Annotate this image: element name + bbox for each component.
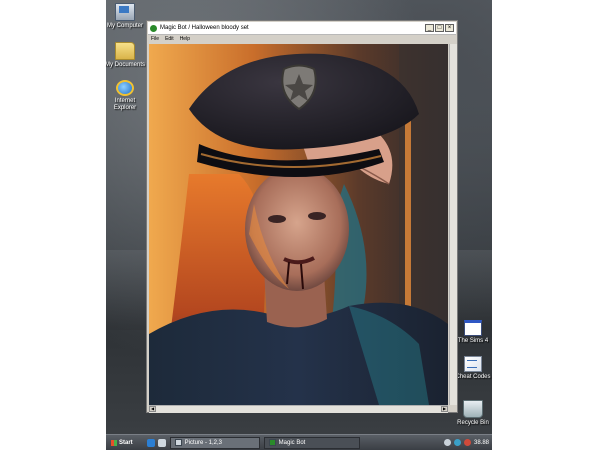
quick-launch	[146, 438, 166, 447]
desktop-icon-label: My Computer	[106, 23, 143, 29]
internet-explorer-icon	[116, 80, 134, 96]
menu-bar: File Edit Help	[148, 35, 456, 43]
menu-edit[interactable]: Edit	[165, 35, 174, 43]
magic-bot-window[interactable]: Magic Bot / Halloween bloody set _ □ × F…	[146, 20, 458, 413]
scroll-left-icon[interactable]: ◀	[149, 406, 156, 412]
window-titlebar[interactable]: Magic Bot / Halloween bloody set _ □ ×	[148, 22, 456, 35]
taskbar-button-picture[interactable]: Picture - 1,2,3	[169, 436, 260, 449]
horizontal-scrollbar[interactable]: ◀ ▶	[149, 405, 448, 413]
desktop-icon-label: Recycle Bin	[457, 420, 489, 426]
displayed-photo	[149, 44, 448, 405]
menu-help[interactable]: Help	[180, 35, 190, 43]
start-label: Start	[119, 439, 133, 446]
taskbar-button-label: Magic Bot	[278, 439, 306, 446]
window-app-icon	[464, 320, 482, 336]
picture-icon	[174, 439, 182, 446]
internet-explorer-icon[interactable]	[146, 438, 155, 447]
clock[interactable]: 38.88	[474, 440, 489, 446]
desktop-icon-label: Internet Explorer	[113, 98, 137, 111]
taskbar-button-label: Picture - 1,2,3	[184, 439, 223, 446]
app-icon	[150, 24, 157, 32]
window-title: Magic Bot / Halloween bloody set	[160, 25, 249, 31]
taskbar-button-magic-bot[interactable]: Magic Bot	[263, 436, 360, 449]
menu-file[interactable]: File	[151, 35, 159, 43]
start-button[interactable]: Start	[107, 437, 137, 449]
image-viewport	[149, 44, 448, 405]
network-icon[interactable]	[453, 439, 461, 446]
maximize-button[interactable]: □	[435, 24, 444, 32]
desktop-icon-my-computer[interactable]: My Computer	[103, 3, 147, 30]
windows-logo-icon	[111, 439, 117, 446]
scroll-right-icon[interactable]: ▶	[441, 406, 448, 412]
desktop-icon-internet-explorer[interactable]: Internet Explorer	[103, 80, 147, 112]
recycle-bin-icon	[463, 400, 483, 418]
desktop-icon-label: My Documents	[104, 62, 145, 68]
system-tray: 38.88	[443, 439, 492, 446]
vertical-scrollbar[interactable]	[449, 44, 457, 405]
security-icon[interactable]	[463, 439, 471, 446]
minimize-button[interactable]: _	[425, 24, 434, 32]
computer-icon	[115, 3, 135, 21]
folder-icon	[115, 42, 135, 60]
show-desktop-icon[interactable]	[157, 438, 166, 447]
desktop-icon-my-documents[interactable]: My Documents	[103, 42, 147, 69]
volume-icon[interactable]	[443, 439, 451, 446]
document-icon	[464, 356, 482, 372]
taskbar: Start Picture - 1,2,3 Magic Bot 38.88	[106, 434, 492, 450]
app-icon	[268, 439, 276, 446]
close-button[interactable]: ×	[445, 24, 454, 32]
